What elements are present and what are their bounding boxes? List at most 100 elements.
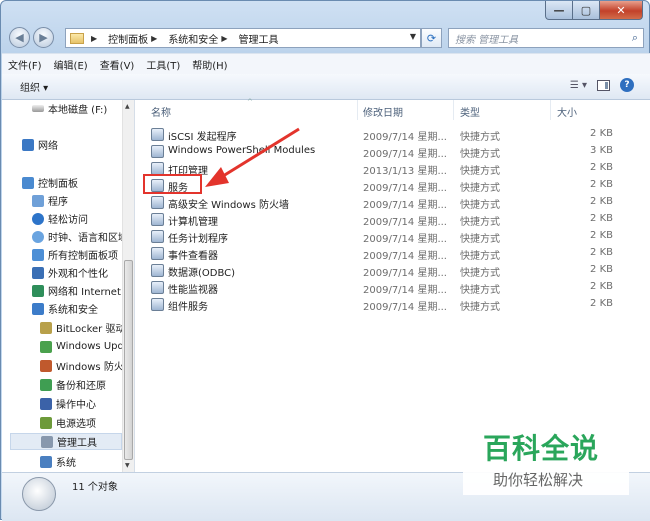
search-placeholder: 搜索 管理工具 xyxy=(455,34,519,46)
menu-edit[interactable]: 编辑(E) xyxy=(48,57,94,72)
file-row-services[interactable]: 服务 2009/7/14 星期... 快捷方式 2 KB xyxy=(135,177,650,194)
view-options-icon[interactable]: ☰ ▾ xyxy=(570,80,587,91)
sidebar-item-system-security[interactable]: 系统和安全 xyxy=(32,300,98,317)
file-row[interactable]: 数据源(ODBC) 2009/7/14 星期... 快捷方式 2 KB xyxy=(135,262,650,279)
iscsi-icon xyxy=(151,128,164,141)
sidebar-item-control-panel[interactable]: 控制面板 xyxy=(22,174,78,191)
sidebar-item-all-items[interactable]: 所有控制面板项 xyxy=(32,246,118,263)
sidebar-item-bitlocker[interactable]: BitLocker 驱动 xyxy=(40,319,122,336)
sidebar-item-action-center[interactable]: 操作中心 xyxy=(40,395,96,412)
file-row[interactable]: iSCSI 发起程序 2009/7/14 星期... 快捷方式 2 KB xyxy=(135,126,650,143)
menu-bar: 文件(F) 编辑(E) 查看(V) 工具(T) 帮助(H) xyxy=(2,53,650,75)
search-icon[interactable]: ⌕ xyxy=(632,31,638,45)
watermark-title: 百科全说 xyxy=(483,432,600,465)
menu-help[interactable]: 帮助(H) xyxy=(186,57,233,72)
bitlocker-icon xyxy=(40,321,52,334)
file-row[interactable]: 事件查看器 2009/7/14 星期... 快捷方式 2 KB xyxy=(135,245,650,262)
column-date[interactable]: 修改日期 xyxy=(363,104,403,119)
sidebar-item-label: 操作中心 xyxy=(56,400,96,411)
file-name: Windows PowerShell Modules xyxy=(168,145,316,156)
performance-monitor-icon xyxy=(151,281,164,294)
column-divider[interactable] xyxy=(357,100,358,120)
sidebar-item-system[interactable]: 系统 xyxy=(40,453,76,470)
component-services-icon xyxy=(151,298,164,311)
file-type: 快捷方式 xyxy=(460,149,500,160)
file-row[interactable]: 组件服务 2009/7/14 星期... 快捷方式 2 KB xyxy=(135,296,650,313)
event-viewer-icon xyxy=(151,247,164,260)
chevron-right-icon: ▶ xyxy=(151,33,158,43)
breadcrumb-item[interactable]: 控制面板 ▶ xyxy=(108,31,162,46)
file-date: 2009/7/14 星期... xyxy=(363,149,447,160)
ease-of-access-icon xyxy=(32,212,44,225)
explorer-window: — ▢ ✕ ◀ ▶ ▶ 控制面板 ▶ 系统和安全 ▶ 管理工具 ▼ ⟳ 搜索 管理工… xyxy=(0,0,650,521)
preview-pane-icon[interactable] xyxy=(597,79,610,91)
scrollbar-thumb[interactable] xyxy=(124,260,133,460)
file-row[interactable]: 计算机管理 2009/7/14 星期... 快捷方式 2 KB xyxy=(135,211,650,228)
refresh-button[interactable]: ⟳ xyxy=(421,28,442,48)
menu-file[interactable]: 文件(F) xyxy=(2,57,48,72)
system-security-icon xyxy=(32,302,44,315)
file-type: 快捷方式 xyxy=(460,234,500,245)
sidebar-item-ease-of-access[interactable]: 轻松访问 xyxy=(32,210,88,227)
close-button[interactable]: ✕ xyxy=(600,1,643,20)
address-bar[interactable]: ▶ 控制面板 ▶ 系统和安全 ▶ 管理工具 ▼ xyxy=(65,28,421,48)
organize-button[interactable]: 组织 ▾ xyxy=(20,79,48,94)
file-row[interactable]: 打印管理 2013/1/13 星期... 快捷方式 2 KB xyxy=(135,160,650,177)
file-date: 2009/7/14 星期... xyxy=(363,132,447,143)
file-name: 组件服务 xyxy=(168,302,208,313)
file-row[interactable]: 性能监视器 2009/7/14 星期... 快捷方式 2 KB xyxy=(135,279,650,296)
sidebar-scrollbar[interactable]: ▲ ▼ xyxy=(122,100,134,472)
address-dropdown-icon[interactable]: ▼ xyxy=(410,32,416,41)
scroll-up-icon[interactable]: ▲ xyxy=(125,103,130,110)
maximize-button[interactable]: ▢ xyxy=(573,1,600,20)
help-icon[interactable]: ? xyxy=(620,78,634,92)
breadcrumb-item[interactable]: 系统和安全 ▶ xyxy=(168,31,232,46)
sidebar-item-windows-update[interactable]: Windows Upd xyxy=(40,338,122,355)
file-row[interactable]: 任务计划程序 2009/7/14 星期... 快捷方式 2 KB xyxy=(135,228,650,245)
sidebar-item-local-disk[interactable]: 本地磁盘 (F:) xyxy=(32,100,107,117)
programs-icon xyxy=(32,194,44,207)
column-size[interactable]: 大小 xyxy=(557,104,577,119)
file-type: 快捷方式 xyxy=(460,285,500,296)
sidebar-item-clock-language[interactable]: 时钟、语言和区域 xyxy=(32,228,122,245)
sidebar-item-backup[interactable]: 备份和还原 xyxy=(40,376,106,393)
forward-arrow-icon: ▶ xyxy=(39,31,48,44)
sidebar-item-programs[interactable]: 程序 xyxy=(32,192,68,209)
column-name[interactable]: 名称 xyxy=(151,104,171,119)
file-row[interactable]: Windows PowerShell Modules 2009/7/14 星期..… xyxy=(135,143,650,160)
file-size: 2 KB xyxy=(590,264,613,275)
sidebar-item-label: 电源选项 xyxy=(56,419,96,430)
highlight-box xyxy=(143,174,202,194)
minimize-button[interactable]: — xyxy=(545,1,573,20)
control-panel-icon xyxy=(22,176,34,189)
sidebar-item-firewall[interactable]: Windows 防火 xyxy=(40,357,122,374)
search-input[interactable]: 搜索 管理工具 ⌕ xyxy=(448,28,644,48)
back-button[interactable]: ◀ xyxy=(9,27,30,48)
file-size: 3 KB xyxy=(590,145,613,156)
sidebar-item-label: 外观和个性化 xyxy=(48,269,108,280)
file-size: 2 KB xyxy=(590,230,613,241)
column-divider[interactable] xyxy=(550,100,551,120)
menu-tools[interactable]: 工具(T) xyxy=(140,57,186,72)
sidebar-item-admin-tools[interactable]: 管理工具 xyxy=(10,433,122,450)
column-type[interactable]: 类型 xyxy=(460,104,480,119)
sidebar-item-network-internet[interactable]: 网络和 Internet xyxy=(32,282,121,299)
scroll-down-icon[interactable]: ▼ xyxy=(125,462,130,469)
file-size: 2 KB xyxy=(590,247,613,258)
item-count: 11 个对象 xyxy=(72,482,118,493)
breadcrumb-root-chevron[interactable]: ▶ xyxy=(88,34,102,43)
sidebar-item-power[interactable]: 电源选项 xyxy=(40,414,96,431)
file-date: 2009/7/14 星期... xyxy=(363,183,447,194)
back-arrow-icon: ◀ xyxy=(15,31,24,44)
forward-button[interactable]: ▶ xyxy=(33,27,54,48)
powershell-icon xyxy=(151,145,164,158)
breadcrumb-item[interactable]: 管理工具 xyxy=(238,31,278,46)
file-row[interactable]: 高级安全 Windows 防火墙 2009/7/14 星期... 快捷方式 2 KB xyxy=(135,194,650,211)
sidebar-item-label: 程序 xyxy=(48,197,68,208)
sidebar-item-appearance[interactable]: 外观和个性化 xyxy=(32,264,108,281)
file-type: 快捷方式 xyxy=(460,166,500,177)
column-divider[interactable] xyxy=(453,100,454,120)
sidebar-item-network[interactable]: 网络 xyxy=(22,136,58,153)
menu-view[interactable]: 查看(V) xyxy=(94,57,141,72)
admin-tools-icon xyxy=(22,477,56,511)
